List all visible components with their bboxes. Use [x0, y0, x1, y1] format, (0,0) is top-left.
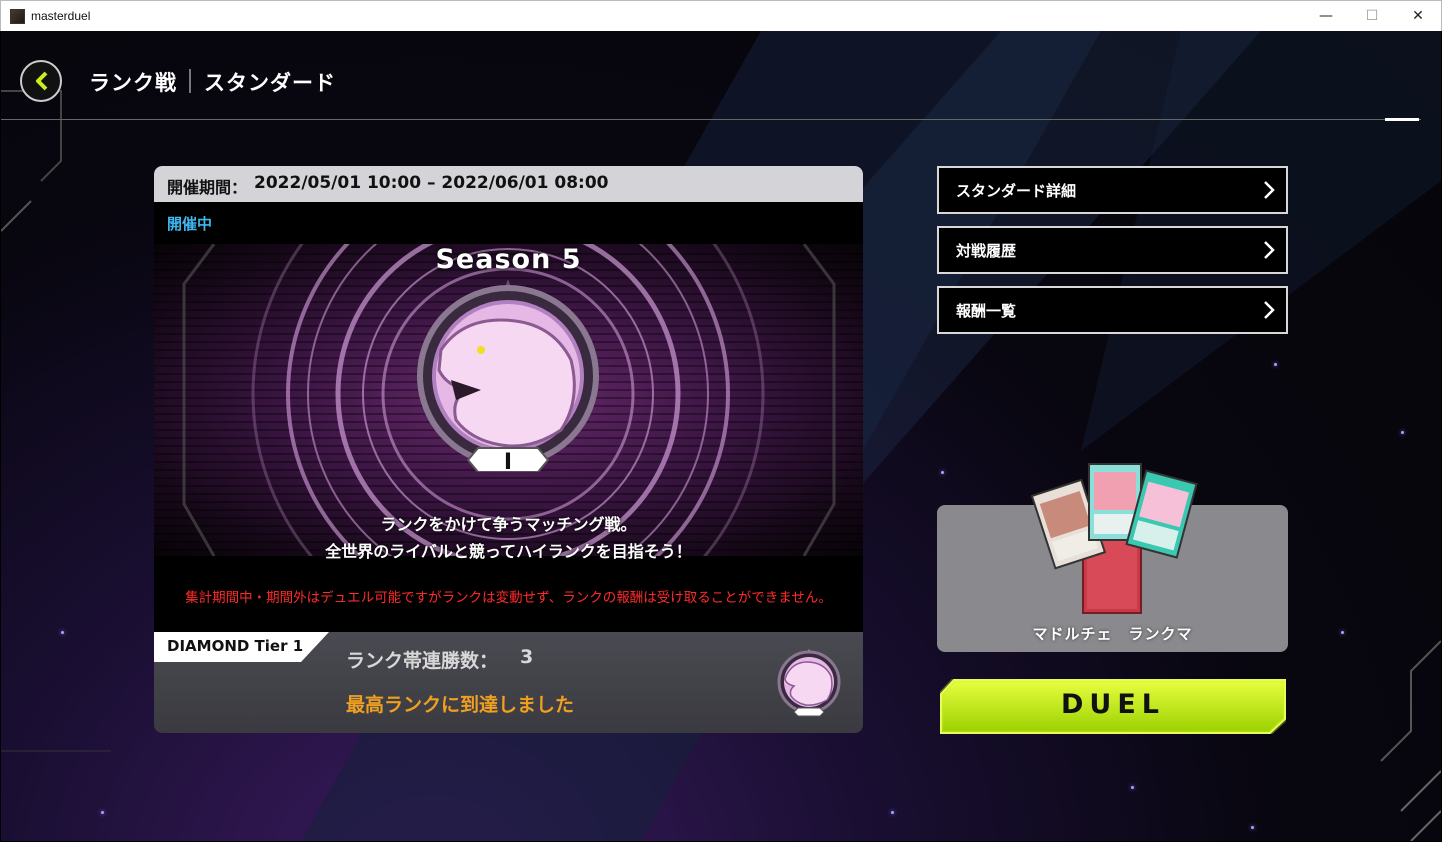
season-description-line1: ランクをかけて争うマッチング戦。 — [380, 515, 637, 534]
page-title: ランク戦 — [89, 71, 177, 95]
duel-button[interactable]: DUEL — [940, 679, 1286, 734]
period-warning: 集計期間中・期間外はデュエル可能ですがランクは変動せず、ランクの報酬は受け取るこ… — [185, 590, 832, 606]
app-icon — [10, 9, 25, 24]
sparkle — [1401, 431, 1404, 434]
chevron-right-icon — [1264, 241, 1275, 259]
chevron-left-icon — [36, 71, 48, 91]
chevron-right-icon — [1264, 301, 1275, 319]
page-subtitle: スタンダード — [204, 71, 336, 95]
sparkle — [941, 471, 944, 474]
rank-status-bar: DIAMOND Tier 1 ランク帯連勝数： 3 最高ランクに到達しました — [154, 632, 863, 733]
deck-box-icon — [1031, 463, 1198, 614]
period-value: 2022/05/01 10:00 – 2022/06/01 08:00 — [254, 173, 609, 193]
status-badge: 開催中 — [167, 215, 213, 233]
header-divider — [189, 69, 191, 93]
season-banner: Season 5 I — [154, 244, 863, 556]
diamond-rank-emblem-icon: I — [417, 280, 599, 472]
menu-standard-details[interactable]: スタンダード詳細 — [937, 166, 1288, 214]
game-screen: ランク戦 スタンダード 開催期間： 2022/05/01 10:00 – 202… — [1, 31, 1441, 841]
menu-label: 報酬一覧 — [956, 302, 1017, 320]
tier-label: DIAMOND Tier 1 — [167, 637, 304, 655]
deck-name: マドルチェ ランクマ — [1032, 625, 1193, 643]
chevron-right-icon — [1264, 181, 1275, 199]
ranked-info-panel: 開催期間： 2022/05/01 10:00 – 2022/06/01 08:0… — [154, 166, 863, 733]
menu-reward-list[interactable]: 報酬一覧 — [937, 286, 1288, 334]
sparkle — [1274, 363, 1277, 366]
menu-match-history[interactable]: 対戦履歴 — [937, 226, 1288, 274]
header-rule-accent — [1385, 118, 1419, 121]
tier-tab: DIAMOND Tier 1 — [154, 632, 329, 662]
top-rank-message: 最高ランクに到達しました — [346, 694, 575, 716]
window-title: masterduel — [31, 9, 91, 23]
season-title: Season 5 — [435, 244, 582, 275]
header-rule — [1, 119, 1421, 120]
window-titlebar: masterduel — ☐ ✕ — [0, 0, 1442, 31]
mini-rank-emblem-icon — [777, 649, 841, 717]
maximize-button[interactable]: ☐ — [1349, 1, 1395, 31]
minimize-button[interactable]: — — [1303, 1, 1349, 31]
sparkle — [1341, 631, 1344, 634]
sparkle — [101, 811, 104, 814]
sparkle — [61, 631, 64, 634]
sparkle — [1131, 786, 1134, 789]
duel-label: DUEL — [1061, 689, 1165, 720]
season-description-line2: 全世界のライバルと競ってハイランクを目指そう！ — [325, 542, 692, 561]
period-bar: 開催期間： 2022/05/01 10:00 – 2022/06/01 08:0… — [154, 166, 863, 202]
back-button[interactable] — [20, 60, 62, 102]
period-label: 開催期間： — [167, 178, 248, 197]
menu-label: スタンダード詳細 — [956, 182, 1077, 200]
emblem-numeral: I — [504, 450, 512, 472]
sparkle — [891, 811, 894, 814]
streak-value: 3 — [520, 646, 534, 668]
menu-label: 対戦履歴 — [956, 242, 1017, 260]
sparkle — [1251, 826, 1254, 829]
close-button[interactable]: ✕ — [1395, 1, 1441, 31]
streak-label: ランク帯連勝数： — [346, 650, 499, 672]
